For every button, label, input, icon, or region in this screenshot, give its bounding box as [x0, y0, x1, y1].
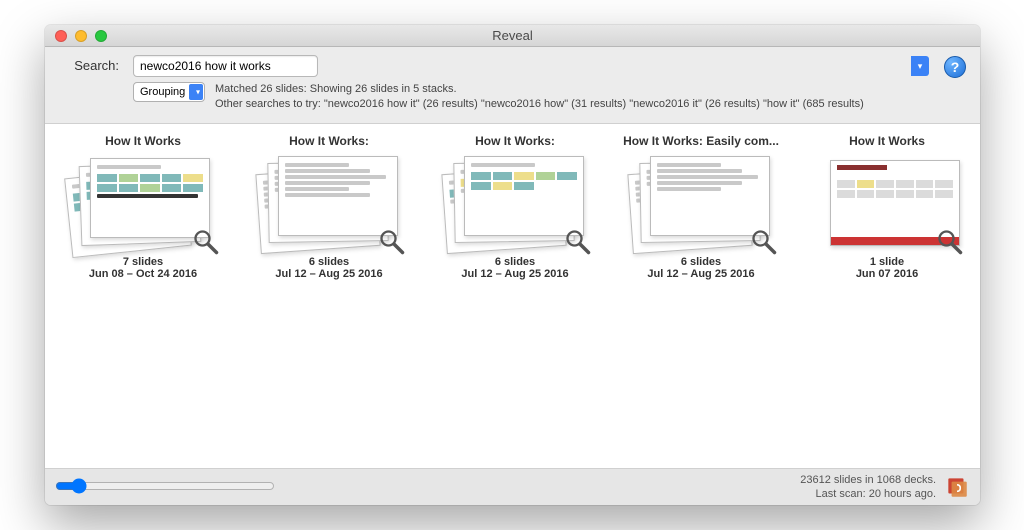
search-input[interactable] [133, 55, 318, 77]
magnify-icon[interactable] [192, 228, 220, 256]
help-icon: ? [951, 59, 960, 75]
stack-thumbnails [626, 154, 776, 252]
stack-date-range: Jul 12 – Aug 25 2016 [239, 268, 419, 280]
stack-count: 1 slide [797, 256, 977, 268]
search-suggestions: Other searches to try: "newco2016 how it… [215, 97, 864, 112]
magnify-icon[interactable] [936, 228, 964, 256]
grouping-select-wrap: Grouping ▾ [133, 82, 205, 102]
stack-thumbnails [254, 154, 404, 252]
search-label: Search: [59, 55, 119, 73]
stack-date-range: Jul 12 – Aug 25 2016 [425, 268, 605, 280]
stack-date-range: Jun 08 – Oct 24 2016 [53, 268, 233, 280]
chevron-down-icon: ▾ [918, 61, 923, 72]
slide-stack[interactable]: How It Works 7 slides Jun 08 – Oct 24 20… [53, 134, 233, 464]
stack-thumbnails [440, 154, 590, 252]
slide-stack[interactable]: How It Works: Easily com... 6 slides Jul… [611, 134, 791, 464]
grouping-select[interactable]: Grouping [133, 82, 205, 102]
status-bar: 23612 slides in 1068 decks. Last scan: 2… [45, 469, 980, 505]
stack-title: How It Works: [425, 134, 605, 148]
zoom-slider-area [55, 478, 275, 497]
stack-count: 6 slides [239, 256, 419, 268]
stack-date-range: Jun 07 2016 [797, 268, 977, 280]
library-count: 23612 slides in 1068 decks. [800, 473, 936, 487]
magnify-icon[interactable] [564, 228, 592, 256]
magnify-icon[interactable] [750, 228, 778, 256]
zoom-slider[interactable] [55, 478, 275, 494]
stack-title: How It Works: Easily com... [611, 134, 791, 148]
app-icon[interactable] [944, 474, 970, 500]
stack-count: 7 slides [53, 256, 233, 268]
window-title: Reveal [45, 28, 980, 43]
last-scan: Last scan: 20 hours ago. [800, 487, 936, 501]
stack-title: How It Works [53, 134, 233, 148]
titlebar: Reveal [45, 25, 980, 47]
stack-thumbnails [68, 154, 218, 252]
slide-stack[interactable]: How It Works: 6 slides Jul 12 – Aug 25 2… [239, 134, 419, 464]
stack-date-range: Jul 12 – Aug 25 2016 [611, 268, 791, 280]
stack-thumbnails [812, 154, 962, 252]
chevron-updown-icon: ▾ [196, 88, 200, 97]
results-grid: How It Works 7 slides Jun 08 – Oct 24 20… [45, 123, 980, 469]
stack-title: How It Works: [239, 134, 419, 148]
stack-count: 6 slides [611, 256, 791, 268]
help-button[interactable]: ? [944, 56, 966, 78]
search-hints: Matched 26 slides: Showing 26 slides in … [215, 82, 864, 113]
app-window: Reveal Search: ▾ Grouping ▾ [45, 25, 980, 505]
slide-stack[interactable]: How It Works: 6 slides Jul 12 – Aug 25 2… [425, 134, 605, 464]
results-summary: Matched 26 slides: Showing 26 slides in … [215, 82, 864, 97]
stack-count: 6 slides [425, 256, 605, 268]
magnify-icon[interactable] [378, 228, 406, 256]
search-toolbar: Search: ▾ Grouping ▾ Matched 2 [45, 47, 980, 117]
search-dropdown-button[interactable]: ▾ [911, 56, 929, 76]
slide-stack[interactable]: How It Works 1 slide Jun 07 2016 [797, 134, 977, 464]
stack-title: How It Works [797, 134, 977, 148]
